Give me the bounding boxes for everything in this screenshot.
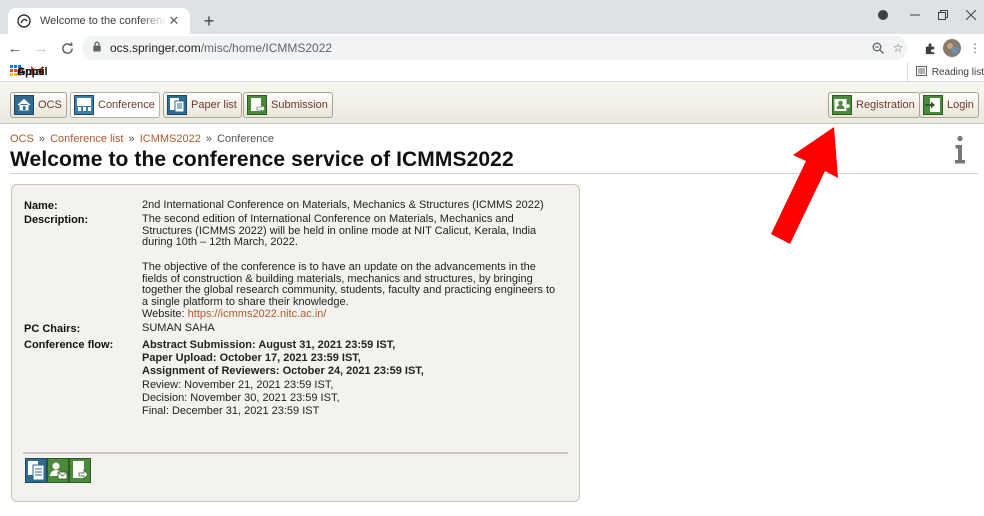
tab-title: Welcome to the conference servi bbox=[40, 15, 166, 27]
flow-item-final: Final: December 31, 2021 23:59 IST bbox=[142, 405, 320, 418]
breadcrumb-icmms2022[interactable]: ICMMS2022 bbox=[140, 133, 201, 145]
conference-flow-list: Abstract Submission: August 31, 2021 23:… bbox=[142, 339, 562, 418]
pc-chairs-label: PC Chairs: bbox=[24, 323, 81, 335]
extensions-puzzle-icon[interactable] bbox=[920, 38, 940, 58]
conference-icon bbox=[74, 95, 94, 115]
breadcrumb-separator: » bbox=[128, 133, 135, 145]
info-icon[interactable] bbox=[953, 135, 967, 165]
description-label: Description: bbox=[24, 214, 89, 226]
registration-icon bbox=[832, 95, 852, 115]
name-label: Name: bbox=[24, 200, 58, 212]
annotation-arrow bbox=[771, 127, 838, 244]
flow-item-abstract-submission: Abstract Submission: August 31, 2021 23:… bbox=[142, 339, 396, 351]
url-path: /misc/home/ICMMS2022 bbox=[200, 41, 333, 55]
reading-list-label: Reading list bbox=[931, 66, 984, 78]
menu-conference-label: Conference bbox=[98, 99, 155, 111]
website-line: Website: https://icmms2022.nitc.ac.in/ bbox=[142, 308, 562, 321]
back-arrow-icon[interactable]: ← bbox=[4, 37, 26, 59]
bookmark-gmail-label: Gmail bbox=[17, 65, 48, 78]
submission-icon bbox=[247, 95, 267, 115]
browser-tabstrip: Welcome to the conference servi ✕ + bbox=[0, 0, 984, 34]
breadcrumb-conference-list[interactable]: Conference list bbox=[50, 133, 123, 145]
menu-conference[interactable]: Conference bbox=[70, 92, 160, 118]
description-paragraph-1: The second edition of International Conf… bbox=[142, 213, 537, 248]
login-icon bbox=[923, 95, 943, 115]
menu-paper-list[interactable]: Paper list bbox=[163, 92, 242, 118]
new-tab-icon[interactable]: + bbox=[198, 10, 220, 32]
profile-dot-icon[interactable] bbox=[872, 0, 894, 30]
tab-close-icon[interactable]: ✕ bbox=[166, 13, 182, 29]
bookmark-star-icon[interactable]: ☆ bbox=[888, 38, 908, 58]
bookmark-gmail[interactable]: Gmail bbox=[17, 65, 48, 78]
flow-item-review: Review: November 21, 2021 23:59 IST, bbox=[142, 378, 334, 391]
lock-icon bbox=[92, 41, 102, 55]
conference-info-card: Name: 2nd International Conference on Ma… bbox=[11, 184, 580, 502]
springer-favicon-icon bbox=[16, 13, 32, 29]
reload-icon[interactable] bbox=[56, 37, 78, 59]
menu-submission[interactable]: Submission bbox=[243, 92, 333, 118]
menu-registration[interactable]: Registration bbox=[828, 92, 920, 118]
minimize-icon[interactable] bbox=[900, 0, 930, 30]
menu-registration-label: Registration bbox=[856, 99, 915, 111]
menu-submission-label: Submission bbox=[271, 99, 328, 111]
browser-tab[interactable]: Welcome to the conference servi ✕ bbox=[8, 8, 190, 34]
submission-action-icon[interactable] bbox=[69, 458, 91, 483]
description-paragraph-2: The objective of the conference is to ha… bbox=[142, 261, 556, 308]
conference-name: 2nd International Conference on Material… bbox=[142, 199, 544, 211]
card-divider bbox=[23, 452, 568, 454]
website-link[interactable]: https://icmms2022.nitc.ac.in/ bbox=[188, 308, 327, 320]
breadcrumb-separator: » bbox=[205, 133, 213, 145]
url-text: ocs.springer.com/misc/home/ICMMS2022 bbox=[110, 41, 332, 55]
menu-login[interactable]: Login bbox=[919, 92, 979, 118]
profile-avatar-icon[interactable] bbox=[942, 38, 962, 58]
paper-list-action-icon[interactable] bbox=[25, 458, 47, 483]
website-label: Website: bbox=[142, 308, 188, 320]
menu-ocs-label: OCS bbox=[38, 99, 62, 111]
breadcrumb-current: Conference bbox=[217, 133, 274, 145]
bookmarks-bar: Apps Gmail Reading list bbox=[0, 62, 984, 82]
menu-login-label: Login bbox=[947, 99, 974, 111]
home-icon bbox=[14, 95, 34, 115]
contact-mail-icon[interactable] bbox=[47, 458, 69, 483]
menu-ocs[interactable]: OCS bbox=[10, 92, 67, 118]
breadcrumb-separator: » bbox=[38, 133, 46, 145]
pc-chairs-value: SUMAN SAHA bbox=[142, 322, 215, 334]
page-title: Welcome to the conference service of ICM… bbox=[10, 148, 514, 171]
reading-list-button[interactable]: Reading list bbox=[906, 62, 984, 82]
flow-item-paper-upload: Paper Upload: October 17, 2021 23:59 IST… bbox=[142, 352, 361, 365]
conference-flow-label: Conference flow: bbox=[24, 339, 114, 351]
url-host: ocs.springer.com bbox=[110, 41, 201, 55]
forward-arrow-icon[interactable]: → bbox=[30, 37, 52, 59]
breadcrumb: OCS » Conference list » ICMMS2022 » Conf… bbox=[10, 133, 274, 145]
breadcrumb-ocs[interactable]: OCS bbox=[10, 133, 34, 145]
zoom-icon[interactable] bbox=[868, 38, 888, 58]
paper-list-icon bbox=[167, 95, 187, 115]
reading-list-icon bbox=[915, 65, 927, 79]
flow-item-assignment-of-reviewers: Assignment of Reviewers: October 24, 202… bbox=[142, 365, 424, 378]
menu-paper-list-label: Paper list bbox=[191, 99, 237, 111]
browser-toolbar: ← → ocs.springer.com/misc/home/ICMMS2022… bbox=[0, 34, 984, 62]
flow-item-decision: Decision: November 30, 2021 23:59 IST, bbox=[142, 391, 340, 404]
close-window-icon[interactable] bbox=[958, 0, 984, 30]
address-bar[interactable]: ocs.springer.com/misc/home/ICMMS2022 bbox=[82, 36, 908, 60]
browser-menu-icon[interactable]: ⋮ bbox=[968, 38, 982, 58]
restore-icon[interactable] bbox=[930, 0, 956, 30]
